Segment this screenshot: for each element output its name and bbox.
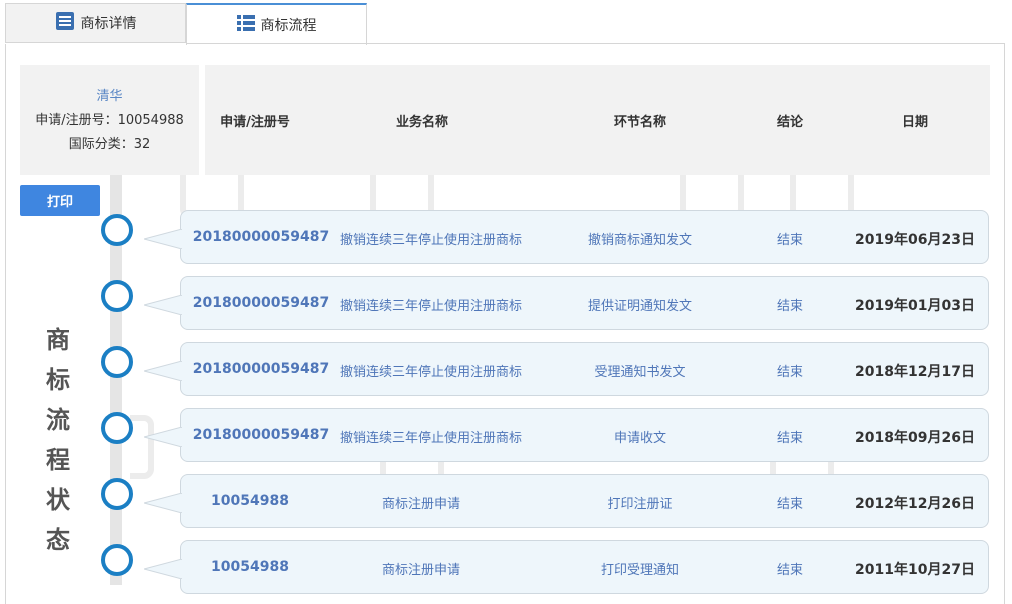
international-class: 国际分类：32 (68, 137, 151, 152)
row-date: 2019年01月03日 (855, 298, 975, 314)
tab-bar: 商标详情 商标流程 (0, 0, 1012, 45)
process-row: 20180000059487 撤销连续三年停止使用注册商标 撤销商标通知发文 结… (144, 210, 989, 264)
row-step: 提供证明通知发文 (587, 299, 693, 314)
row-number[interactable]: 20180000059487 (193, 295, 329, 311)
tab-label: 商标流程 (260, 18, 317, 34)
row-number[interactable]: 20180000059487 (193, 427, 329, 443)
trademark-name: 清华 (96, 89, 123, 104)
tab-trademark-process[interactable]: 商标流程 (186, 3, 367, 45)
process-row: 10054988 商标注册申请 打印注册证 结束 2012年12月26日 (144, 474, 989, 528)
row-result: 结束 (776, 497, 804, 512)
header-step: 环节名称 (613, 115, 667, 130)
row-result: 结束 (776, 563, 804, 578)
row-pointer (144, 493, 182, 513)
row-number[interactable]: 10054988 (211, 559, 289, 575)
row-number[interactable]: 20180000059487 (193, 361, 329, 377)
row-date: 2018年12月17日 (855, 364, 975, 380)
registration-number: 申请/注册号：10054988 (35, 113, 184, 128)
timeline-node (101, 346, 133, 378)
row-business: 撤销连续三年停止使用注册商标 (339, 431, 523, 446)
process-row: 20180000059487 撤销连续三年停止使用注册商标 提供证明通知发文 结… (144, 276, 989, 330)
header-date: 日期 (901, 115, 929, 130)
vertical-title-char: 态 (46, 526, 70, 554)
row-date: 2019年06月23日 (855, 232, 975, 248)
row-pointer (144, 559, 182, 579)
row-business: 商标注册申请 (381, 497, 461, 512)
print-button[interactable]: 打印 (20, 185, 100, 216)
process-row: 20180000059487 撤销连续三年停止使用注册商标 申请收文 结束 20… (144, 408, 989, 462)
row-date: 2018年09月26日 (855, 430, 975, 446)
process-row: 20180000059487 撤销连续三年停止使用注册商标 受理通知书发文 结束… (144, 342, 989, 396)
timeline-node (101, 280, 133, 312)
timeline-node (101, 214, 133, 246)
row-step: 受理通知书发文 (594, 365, 686, 380)
row-step: 打印注册证 (607, 497, 673, 512)
tab-label: 商标详情 (80, 16, 137, 32)
table-header: 申请/注册号 业务名称 环节名称 结论 日期 (205, 65, 990, 175)
row-business: 商标注册申请 (381, 563, 461, 578)
row-business: 撤销连续三年停止使用注册商标 (339, 299, 523, 314)
row-date: 2011年10月27日 (855, 562, 975, 578)
row-result: 结束 (776, 365, 804, 380)
timeline-node (101, 544, 133, 576)
vertical-title-char: 程 (46, 446, 70, 474)
trademark-info-box: 清华 申请/注册号：10054988 国际分类：32 (20, 65, 199, 175)
row-step: 申请收文 (613, 431, 667, 446)
row-pointer (144, 295, 182, 315)
vertical-title-char: 流 (46, 406, 70, 434)
header-result: 结论 (776, 115, 804, 130)
process-row: 10054988 商标注册申请 打印受理通知 结束 2011年10月27日 (144, 540, 989, 594)
header-number: 申请/注册号 (220, 115, 290, 130)
row-date: 2012年12月26日 (855, 496, 975, 512)
list-bullets-icon (236, 15, 255, 35)
tab-trademark-details[interactable]: 商标详情 (5, 3, 186, 43)
row-pointer (144, 361, 182, 381)
vertical-title-char: 商 (46, 326, 70, 354)
vertical-title-char: 标 (46, 366, 70, 394)
row-result: 结束 (776, 431, 804, 446)
list-doc-icon (55, 11, 75, 35)
header-business: 业务名称 (395, 115, 449, 130)
row-number[interactable]: 10054988 (211, 493, 289, 509)
row-pointer (144, 229, 182, 249)
row-step: 打印受理通知 (600, 563, 680, 578)
row-result: 结束 (776, 299, 804, 314)
row-result: 结束 (776, 233, 804, 248)
row-business: 撤销连续三年停止使用注册商标 (339, 365, 523, 380)
row-number[interactable]: 20180000059487 (193, 229, 329, 245)
vertical-title: 商 标 流 程 状 态 (38, 320, 78, 560)
row-pointer (144, 427, 182, 447)
timeline-node (101, 478, 133, 510)
row-business: 撤销连续三年停止使用注册商标 (339, 233, 523, 248)
row-step: 撤销商标通知发文 (587, 233, 693, 248)
timeline-node (101, 412, 133, 444)
vertical-title-char: 状 (46, 486, 70, 514)
